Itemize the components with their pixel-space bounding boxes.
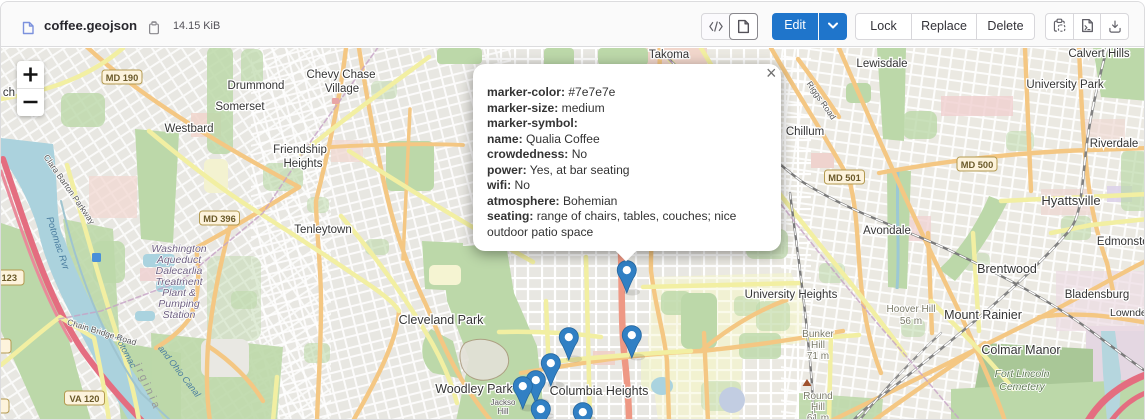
svg-text:61 m: 61 m [807, 413, 829, 420]
svg-text:Heights: Heights [284, 158, 323, 170]
svg-text:Round: Round [803, 391, 832, 402]
svg-text:71 m: 71 m [807, 351, 829, 362]
svg-text:Somerset: Somerset [215, 101, 265, 113]
svg-text:Riverdale: Riverdale [1090, 138, 1139, 150]
svg-text:Jackso: Jackso [491, 398, 516, 407]
svg-text:Station: Station [163, 309, 196, 321]
svg-text:MD 501: MD 501 [828, 173, 861, 183]
svg-text:Edmonston: Edmonston [1097, 236, 1145, 248]
svg-text:Cemetery: Cemetery [999, 381, 1045, 393]
svg-text:Mount Rainier: Mount Rainier [944, 308, 1022, 322]
svg-text:MD 396: MD 396 [203, 214, 236, 224]
svg-text:Chillum: Chillum [786, 126, 824, 138]
svg-text:Westbard: Westbard [164, 123, 213, 135]
svg-text:Columbia Heights: Columbia Heights [550, 384, 649, 398]
svg-text:VA 120: VA 120 [70, 394, 100, 404]
svg-text:Tenleytown: Tenleytown [294, 224, 352, 236]
svg-text:Lewisdale: Lewisdale [856, 58, 907, 70]
svg-text:Colmar Manor: Colmar Manor [981, 343, 1060, 357]
svg-text:Chevy Chase: Chevy Chase [306, 69, 375, 81]
svg-text:Brentwood: Brentwood [977, 262, 1037, 276]
svg-text:MD 190: MD 190 [106, 73, 139, 83]
svg-text:56 m: 56 m [900, 316, 922, 327]
svg-text:Cleveland Park: Cleveland Park [399, 313, 485, 327]
svg-text:Hill: Hill [811, 402, 825, 413]
svg-text:ch: ch [3, 87, 15, 99]
svg-text:Takoma: Takoma [649, 49, 690, 61]
svg-text:Friendship: Friendship [273, 144, 327, 156]
svg-text:Hill: Hill [811, 340, 825, 351]
svg-text:Avondale: Avondale [863, 225, 911, 237]
svg-text:Village: Village [325, 83, 359, 95]
svg-text:Hyattsville: Hyattsville [1041, 193, 1100, 208]
svg-text:Hoover Hill: Hoover Hill [887, 304, 936, 315]
svg-text:MD 500: MD 500 [961, 160, 994, 170]
svg-text:University Heights: University Heights [745, 289, 838, 301]
svg-text:Bunker: Bunker [802, 329, 834, 340]
svg-text:Fort Lincoln: Fort Lincoln [995, 368, 1050, 380]
svg-text:Woodley Park: Woodley Park [435, 382, 513, 396]
svg-text:Hill: Hill [497, 407, 508, 416]
svg-text:Bladensburg: Bladensburg [1065, 289, 1130, 301]
svg-text:Lowndes: Lowndes [1110, 307, 1145, 319]
svg-text:Calvert Hills: Calvert Hills [1068, 48, 1130, 60]
svg-text:Drummond: Drummond [228, 80, 285, 92]
svg-text:VA 123: VA 123 [1, 273, 17, 283]
svg-text:University Park: University Park [1026, 79, 1104, 91]
